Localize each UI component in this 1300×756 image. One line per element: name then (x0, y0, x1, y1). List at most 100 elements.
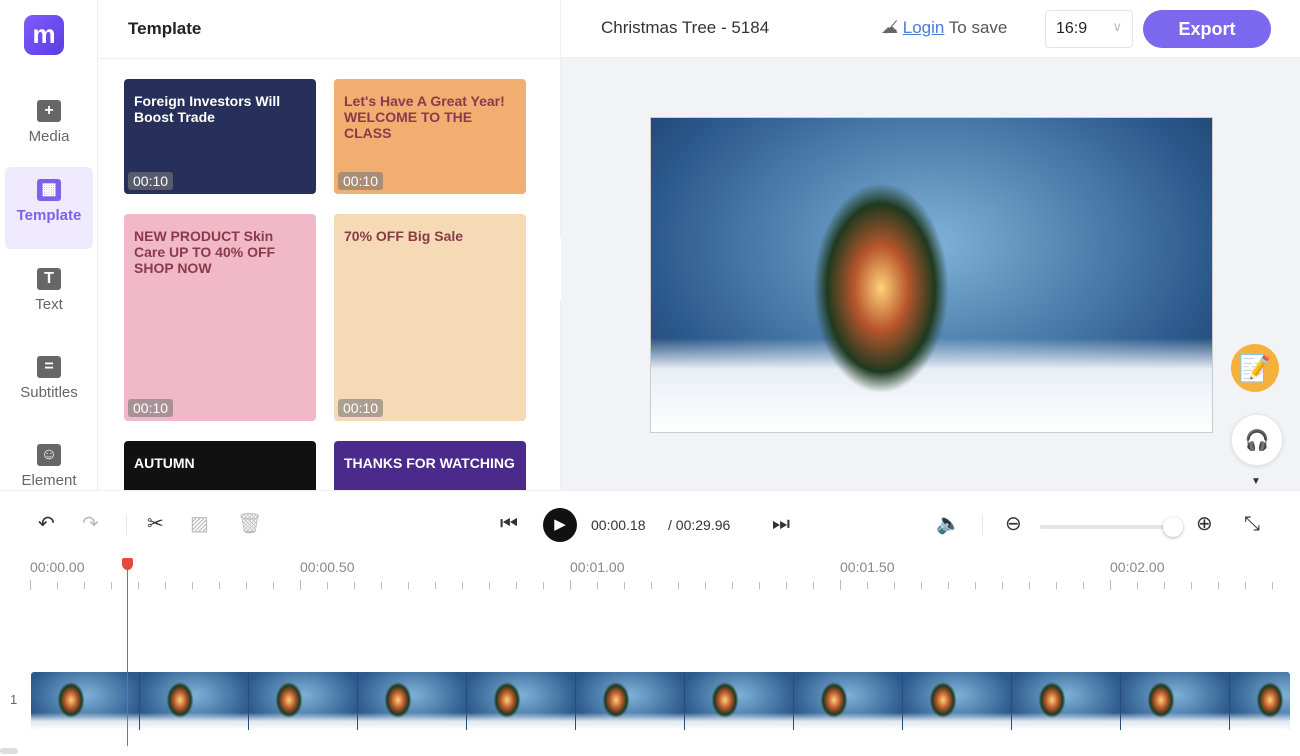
app-logo[interactable]: m (24, 15, 64, 55)
clip-frame (685, 672, 794, 730)
ruler-tick (786, 582, 787, 589)
clip-frame (140, 672, 249, 730)
template-text: 70% OFF Big Sale (344, 228, 464, 244)
ruler-label: 00:01.00 (570, 559, 625, 575)
ruler-tick (543, 582, 544, 589)
ruler-tick (246, 582, 247, 589)
ruler-tick (165, 582, 166, 589)
sidebar-item-label: Media (28, 128, 70, 145)
clip-frame (576, 672, 685, 730)
login-link[interactable]: Login (903, 18, 945, 37)
playhead[interactable] (127, 558, 128, 746)
duration-badge: 00:10 (338, 399, 384, 417)
ruler-tick (1137, 582, 1138, 589)
aspect-ratio-select[interactable]: 16:9 ∨ (1045, 10, 1133, 48)
export-button[interactable]: Export (1143, 10, 1271, 48)
trash-icon[interactable]: 🗑 (237, 513, 262, 535)
ruler-tick (84, 582, 85, 589)
ruler-tick (732, 582, 733, 589)
ruler-tick (192, 582, 193, 589)
notepad-icon[interactable]: 📝 (1231, 344, 1279, 392)
redo-icon[interactable]: ↷ (82, 513, 99, 535)
ruler-tick (111, 582, 112, 589)
ruler-tick (1002, 582, 1003, 589)
zoom-in-icon[interactable]: ⊕ (1196, 513, 1213, 535)
ruler-tick (327, 582, 328, 589)
volume-icon[interactable]: 🔈 (936, 513, 961, 535)
template-card[interactable]: THANKS FOR WATCHING (334, 441, 526, 490)
image-edit-icon[interactable]: ▨ (190, 513, 209, 535)
skip-start-icon[interactable]: ⏮ (500, 513, 518, 535)
current-time: 00:00.18 (591, 517, 646, 533)
duration-badge: 00:10 (338, 172, 384, 190)
ruler-tick (408, 582, 409, 589)
ruler-label: 00:02.00 (1110, 559, 1165, 575)
template-card[interactable]: NEW PRODUCT Skin Care UP TO 40% OFF SHOP… (124, 214, 316, 421)
template-card[interactable]: 70% OFF Big Sale 00:10 (334, 214, 526, 421)
caret-down-icon[interactable]: ▼ (1251, 476, 1261, 487)
ruler-tick (597, 582, 598, 589)
ruler-tick (759, 582, 760, 589)
ruler-tick (948, 582, 949, 589)
ruler-tick (1218, 582, 1219, 589)
ruler-tick (1191, 582, 1192, 589)
ruler-tick (705, 582, 706, 589)
ruler-tick (354, 582, 355, 589)
sidebar-item-text[interactable]: T Text (5, 256, 93, 338)
video-preview[interactable] (650, 117, 1213, 433)
timeline-scrollbar[interactable] (0, 748, 18, 754)
ruler-label: 00:01.50 (840, 559, 895, 575)
sidebar-item-label: Text (35, 296, 63, 313)
ruler-tick (462, 582, 463, 589)
ruler-tick (651, 582, 652, 589)
ruler-tick (489, 582, 490, 589)
scissors-icon[interactable]: ✂ (147, 513, 164, 535)
clip-frame (358, 672, 467, 730)
template-text: AUTUMN (134, 455, 195, 471)
sidebar-item-label: Subtitles (20, 384, 78, 401)
clip-frame (467, 672, 576, 730)
ruler-tick (273, 582, 274, 589)
template-card[interactable]: Let's Have A Great Year! WELCOME TO THE … (334, 79, 526, 194)
fit-collapse-icon[interactable]: ⤡ (1244, 513, 1260, 535)
ruler-tick (1245, 582, 1246, 589)
sidebar-item-template[interactable]: ▦ Template (5, 167, 93, 249)
zoom-out-icon[interactable]: ⊖ (1005, 513, 1022, 535)
ruler-label: 00:00.00 (30, 559, 85, 575)
template-text: THANKS FOR WATCHING (344, 455, 515, 471)
template-text: Foreign Investors Will Boost Trade (134, 93, 281, 125)
skip-end-icon[interactable]: ⏭ (772, 513, 790, 535)
timeline-ruler[interactable]: 00:00.00 00:00.50 00:01.00 00:01.50 00:02.00 (0, 556, 1300, 596)
duration-badge: 00:10 (128, 399, 174, 417)
video-track-clip[interactable] (31, 672, 1290, 730)
template-text: Let's Have A Great Year! WELCOME TO THE … (344, 93, 505, 141)
track-number: 1 (10, 692, 18, 707)
clip-frame (1230, 672, 1290, 730)
sidebar-item-media[interactable]: + Media (5, 88, 93, 170)
timeline-toolbar: ↶ ↷ ✂ ▨ 🗑 ⏮ ▶ 00:00.18 / 00:29.96 ⏭ 🔈 ⊖ … (0, 490, 1300, 556)
preview-area: 📝 🎧 ▼ (561, 58, 1300, 490)
ruler-tick (1029, 582, 1030, 589)
text-icon: T (37, 268, 61, 290)
clip-frame (903, 672, 1012, 730)
template-card[interactable]: Foreign Investors Will Boost Trade 00:10 (124, 79, 316, 194)
template-icon: ▦ (37, 179, 61, 201)
divider (982, 515, 983, 535)
headset-support-icon[interactable]: 🎧 (1231, 414, 1283, 466)
ruler-tick (1083, 582, 1084, 589)
project-title[interactable]: Christmas Tree - 5184 (601, 18, 769, 38)
ruler-tick (30, 580, 31, 590)
undo-icon[interactable]: ↶ (38, 513, 55, 535)
play-button[interactable]: ▶ (543, 508, 577, 542)
ruler-label: 00:00.50 (300, 559, 355, 575)
ruler-tick (1110, 580, 1111, 590)
login-suffix: To save (948, 18, 1008, 37)
template-card[interactable]: AUTUMN (124, 441, 316, 490)
timeline-zoom-slider[interactable] (1040, 517, 1183, 537)
slider-knob[interactable] (1163, 517, 1183, 537)
template-text: NEW PRODUCT Skin Care UP TO 40% OFF SHOP… (134, 228, 276, 276)
sidebar-item-label: Element (21, 472, 77, 489)
ruler-tick (867, 582, 868, 589)
ruler-tick (975, 582, 976, 589)
sidebar-item-subtitles[interactable]: = Subtitles (5, 344, 93, 426)
